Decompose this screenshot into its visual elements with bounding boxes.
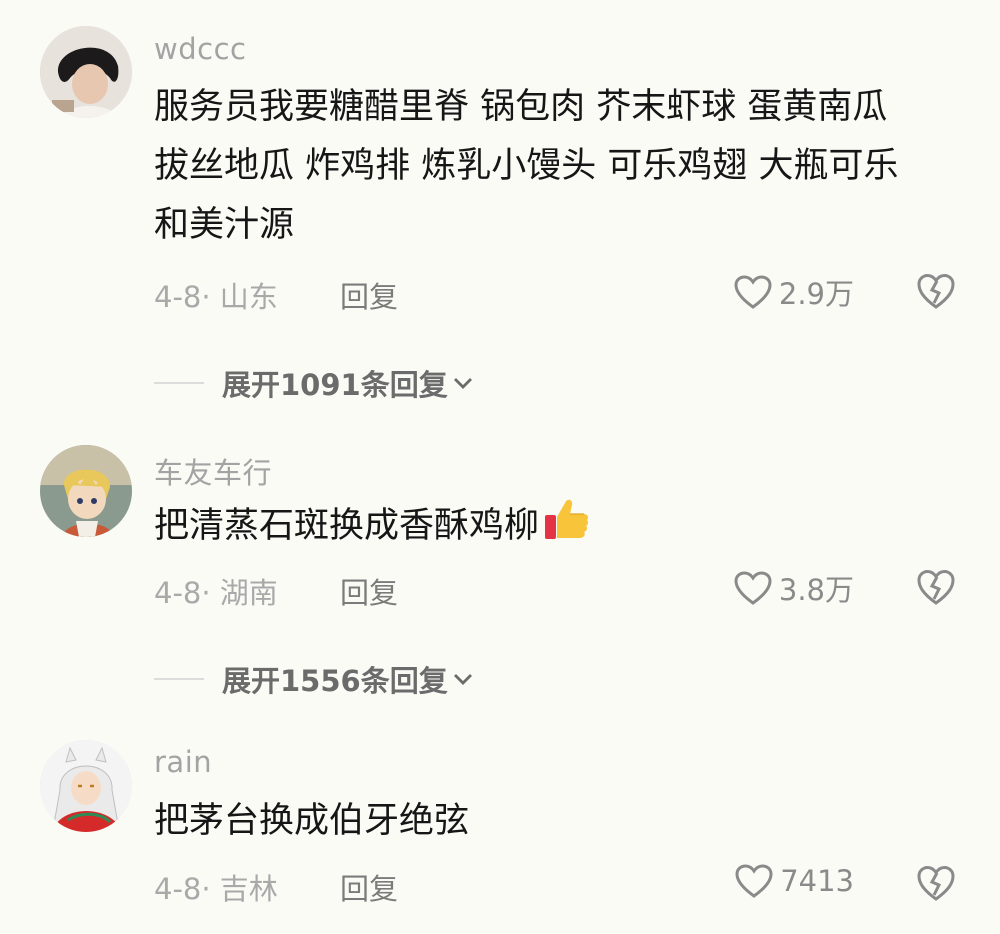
- comment-line: 和美汁源: [154, 205, 295, 245]
- divider: [154, 678, 204, 680]
- divider: [154, 382, 204, 384]
- thumbs-up-icon: [545, 499, 589, 539]
- expand-replies-label[interactable]: 展开1091条回复: [222, 362, 448, 404]
- reply-button[interactable]: 回复: [340, 274, 398, 316]
- comment-text: 把清蒸石斑换成香酥鸡柳: [154, 495, 954, 556]
- comment-line: 把茅台换成伯牙绝弦: [154, 801, 470, 841]
- date-location: 4-8· 湖南: [154, 576, 278, 610]
- chevron-down-icon: [453, 378, 472, 389]
- broken-heart-icon[interactable]: [915, 864, 957, 902]
- reply-button[interactable]: 回复: [340, 570, 398, 612]
- expand-replies[interactable]: 展开1556条回复: [154, 658, 474, 700]
- expand-replies[interactable]: 展开1091条回复: [154, 362, 474, 404]
- like-count: 2.9万: [778, 277, 854, 311]
- broken-heart-icon[interactable]: [915, 568, 957, 606]
- heart-outline-icon: [735, 864, 773, 898]
- username[interactable]: wdccc: [154, 32, 246, 66]
- avatar[interactable]: [40, 740, 132, 832]
- expand-replies-label[interactable]: 展开1556条回复: [222, 658, 448, 700]
- comment-line: 服务员我要糖醋里脊 锅包肉 芥末虾球 蛋黄南瓜: [154, 87, 888, 127]
- avatar[interactable]: [40, 445, 132, 537]
- heart-outline-icon: [734, 571, 772, 605]
- username[interactable]: 车友车行: [154, 450, 272, 492]
- like-button[interactable]: 7413: [734, 863, 854, 899]
- comment-line: 把清蒸石斑换成香酥鸡柳: [154, 506, 540, 546]
- like-button[interactable]: 3.8万: [733, 567, 854, 609]
- chevron-down-icon: [453, 674, 472, 685]
- avatar[interactable]: [40, 26, 132, 118]
- broken-heart-icon[interactable]: [915, 272, 957, 310]
- date-location: 4-8· 吉林: [154, 872, 278, 906]
- like-button[interactable]: 2.9万: [733, 271, 854, 313]
- like-count: 7413: [780, 864, 854, 898]
- comment-line: 拔丝地瓜 炸鸡排 炼乳小馒头 可乐鸡翅 大瓶可乐: [154, 146, 899, 186]
- comment-text: 服务员我要糖醋里脊 锅包肉 芥末虾球 蛋黄南瓜 拔丝地瓜 炸鸡排 炼乳小馒头 可…: [154, 78, 954, 255]
- username[interactable]: rain: [154, 745, 212, 779]
- like-count: 3.8万: [778, 573, 854, 607]
- date-location: 4-8· 山东: [154, 280, 278, 314]
- heart-outline-icon: [734, 275, 772, 309]
- comment-text: 把茅台换成伯牙绝弦: [154, 792, 954, 851]
- reply-button[interactable]: 回复: [340, 866, 398, 908]
